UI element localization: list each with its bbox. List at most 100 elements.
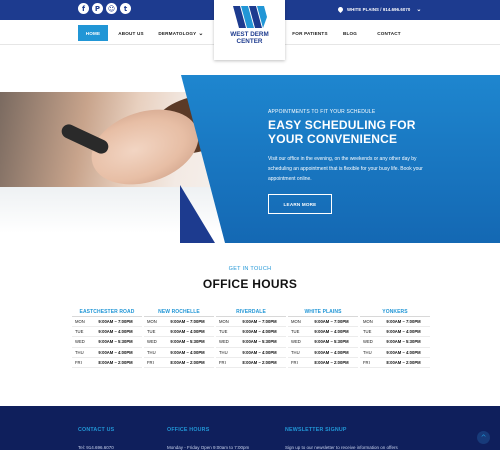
- hours-row: FRI 8:00AM – 2:00PM: [216, 358, 286, 368]
- hours-day: MON: [291, 319, 301, 325]
- hours-time: 9:00AM – 4:00PM: [314, 329, 349, 335]
- hours-time: 9:00AM – 7:00PM: [242, 319, 277, 325]
- map-pin-icon: [338, 7, 343, 13]
- hours-time: 8:00AM – 2:00PM: [242, 359, 277, 365]
- hours-time: 9:00AM – 4:00PM: [170, 329, 205, 335]
- hours-time: 9:00AM – 4:00PM: [386, 329, 421, 335]
- hours-time: 9:00AM – 4:00PM: [98, 349, 133, 355]
- hours-day: TUE: [75, 329, 84, 335]
- location-name[interactable]: EASTCHESTER ROAD: [72, 308, 142, 317]
- hours-row: WED 9:00AM – 5:30PM: [360, 337, 430, 348]
- logo-text-line1: WEST DERM: [230, 31, 269, 38]
- hours-time: 9:00AM – 7:00PM: [386, 319, 421, 325]
- hours-day: FRI: [75, 359, 82, 365]
- hours-day: WED: [147, 339, 157, 345]
- hours-time: 9:00AM – 4:00PM: [314, 349, 349, 355]
- hours-kicker: GET IN TOUCH: [228, 266, 272, 272]
- hours-row: TUE 9:00AM – 4:00PM: [144, 327, 214, 338]
- hours-row: MON 9:00AM – 7:00PM: [360, 317, 430, 328]
- location-label: WHITE PLAINS / 914.696.6070: [347, 7, 411, 12]
- hours-time: 9:00AM – 5:30PM: [386, 339, 421, 345]
- hours-row: WED 9:00AM – 5:30PM: [288, 337, 358, 348]
- hours-day: THU: [363, 349, 372, 355]
- twitter-icon[interactable]: t: [120, 3, 131, 14]
- hours-day: FRI: [219, 359, 226, 365]
- hours-time: 8:00AM – 2:00PM: [386, 359, 421, 365]
- hours-row: MON 9:00AM – 7:00PM: [288, 317, 358, 328]
- hours-row: WED 9:00AM – 5:30PM: [72, 337, 142, 348]
- chevron-down-icon: ⌄: [198, 30, 204, 37]
- nav-about-us[interactable]: ABOUT US: [113, 25, 149, 41]
- hours-time: 9:00AM – 7:00PM: [314, 319, 349, 325]
- nav-home[interactable]: HOME: [78, 25, 108, 41]
- chevron-down-icon: ⌄: [416, 7, 422, 13]
- hours-day: MON: [147, 319, 157, 325]
- hours-title: OFFICE HOURS: [202, 277, 298, 291]
- snapchat-icon[interactable]: ☺: [106, 3, 117, 14]
- hours-row: THU 9:00AM – 4:00PM: [72, 348, 142, 358]
- hours-day: MON: [363, 319, 373, 325]
- pinterest-icon[interactable]: P: [92, 3, 103, 14]
- hours-day: THU: [75, 349, 84, 355]
- hours-time: 9:00AM – 5:30PM: [242, 339, 277, 345]
- location-name[interactable]: RIVERDALE: [216, 308, 286, 317]
- hours-day: FRI: [291, 359, 298, 365]
- office-hours-table: EASTCHESTER ROAD MON 9:00AM – 7:00PM TUE 9:0…: [72, 308, 432, 378]
- hours-time: 9:00AM – 7:00PM: [98, 319, 133, 325]
- hours-day: TUE: [291, 329, 300, 335]
- hours-row: THU 9:00AM – 4:00PM: [288, 348, 358, 358]
- hours-day: FRI: [147, 359, 154, 365]
- footer-hours-text: Monday - Friday Open 9:00am to 7:00pm: [167, 445, 250, 450]
- hero-content: APPOINTMENTS TO FIT YOUR SCHEDULE EASY S…: [268, 109, 438, 214]
- hours-row: THU 9:00AM – 4:00PM: [360, 348, 430, 358]
- footer-contact-heading: CONTACT US: [78, 427, 115, 433]
- nav-blog[interactable]: BLOG: [340, 25, 360, 41]
- footer-contact-text[interactable]: Tel: 914.696.6070: [78, 445, 114, 450]
- nav-for-patients[interactable]: FOR PATIENTS: [288, 25, 332, 41]
- hours-time: 9:00AM – 5:30PM: [170, 339, 205, 345]
- site-logo[interactable]: WEST DERM CENTER: [214, 0, 285, 60]
- location-name[interactable]: WHITE PLAINS: [288, 308, 358, 317]
- hours-day: MON: [75, 319, 85, 325]
- nav-contact[interactable]: CONTACT: [372, 25, 406, 41]
- hero-banner: APPOINTMENTS TO FIT YOUR SCHEDULE EASY S…: [0, 75, 500, 245]
- hero-body: Visit our office in the evening, on the …: [268, 156, 423, 182]
- location-selector[interactable]: WHITE PLAINS / 914.696.6070 ⌄: [338, 6, 422, 13]
- hours-time: 9:00AM – 4:00PM: [386, 349, 421, 355]
- scroll-to-top-button[interactable]: ^: [477, 431, 490, 444]
- hours-time: 8:00AM – 2:00PM: [98, 359, 133, 365]
- hours-row: TUE 9:00AM – 4:00PM: [360, 327, 430, 338]
- nav-dermatology[interactable]: DERMATOLOGY ⌄: [154, 25, 208, 41]
- hours-row: FRI 8:00AM – 2:00PM: [72, 358, 142, 368]
- hours-row: FRI 8:00AM – 2:00PM: [288, 358, 358, 368]
- hours-day: MON: [219, 319, 229, 325]
- footer-newsletter-text: Sign up to our newsletter to receive inf…: [285, 445, 398, 450]
- nav-dermatology-label: DERMATOLOGY: [158, 30, 197, 36]
- location-column: YONKERS MON 9:00AM – 7:00PM TUE 9:00AM – 4:0…: [360, 308, 430, 368]
- hours-row: FRI 8:00AM – 2:00PM: [144, 358, 214, 368]
- hours-row: TUE 9:00AM – 4:00PM: [216, 327, 286, 338]
- hours-time: 9:00AM – 5:30PM: [314, 339, 349, 345]
- hours-day: FRI: [363, 359, 370, 365]
- hours-time: 9:00AM – 4:00PM: [242, 349, 277, 355]
- hours-day: TUE: [219, 329, 228, 335]
- hours-time: 9:00AM – 7:00PM: [170, 319, 205, 325]
- location-column: RIVERDALE MON 9:00AM – 7:00PM TUE 9:00AM – 4…: [216, 308, 286, 368]
- learn-more-button[interactable]: LEARN MORE: [268, 194, 332, 214]
- hours-day: WED: [75, 339, 85, 345]
- facebook-icon[interactable]: f: [78, 3, 89, 14]
- location-name[interactable]: NEW ROCHELLE: [144, 308, 214, 317]
- location-name[interactable]: YONKERS: [360, 308, 430, 317]
- hours-row: THU 9:00AM – 4:00PM: [216, 348, 286, 358]
- hero-title: EASY SCHEDULING FOR YOUR CONVENIENCE: [268, 118, 438, 146]
- hours-row: THU 9:00AM – 4:00PM: [144, 348, 214, 358]
- hero-title-line2: YOUR CONVENIENCE: [268, 132, 398, 146]
- hours-time: 9:00AM – 4:00PM: [242, 329, 277, 335]
- hours-day: WED: [219, 339, 229, 345]
- hours-time: 9:00AM – 5:30PM: [98, 339, 133, 345]
- logo-mark-icon: [233, 6, 267, 28]
- location-column: NEW ROCHELLE MON 9:00AM – 7:00PM TUE 9:00AM …: [144, 308, 214, 368]
- hours-row: TUE 9:00AM – 4:00PM: [288, 327, 358, 338]
- hours-day: WED: [363, 339, 373, 345]
- footer-newsletter-heading: NEWSLETTER SIGNUP: [285, 427, 347, 433]
